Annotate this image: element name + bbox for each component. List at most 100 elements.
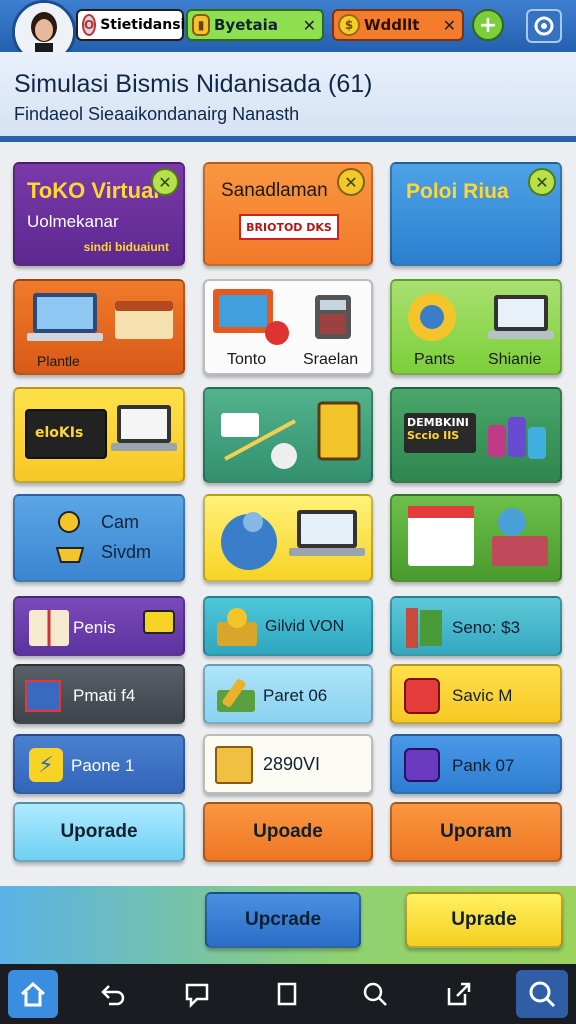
tile-paone[interactable]: ⚡ Paone 1 (13, 734, 185, 794)
book-icon (115, 301, 173, 339)
tile-title: Poloi Riua (406, 180, 509, 203)
nav-search-main[interactable] (516, 970, 568, 1018)
chat-icon (185, 983, 209, 1008)
tile-label: DEMBKINI (407, 416, 469, 429)
bolt-icon: ⚡ (29, 748, 63, 782)
tile-label: Pants (414, 351, 455, 368)
tile-penis[interactable]: Penis (13, 596, 185, 656)
add-button[interactable]: + (472, 9, 504, 41)
tile-pank[interactable]: Pank 07 (390, 734, 562, 794)
share-icon (447, 982, 471, 1006)
nav-share[interactable] (434, 970, 484, 1018)
tile-label: Paone 1 (71, 756, 135, 775)
tile-cam-sivdm[interactable]: Cam Sivdm (13, 494, 185, 582)
upgrade-button-2[interactable]: Upoade (203, 802, 373, 862)
close-icon[interactable]: ✕ (151, 168, 179, 196)
tile-badge-label: BRIOTOD DKS (246, 220, 332, 234)
plus-icon: + (478, 12, 498, 38)
tile-pants-shianie[interactable]: Pants Shianie (390, 279, 562, 375)
page-subtitle: Findaeol Sieaaikondanairg Nanasth (14, 104, 300, 124)
settings-icon (534, 16, 554, 36)
tile-note: sindi biduaiunt (83, 240, 169, 254)
upgrade-button-3[interactable]: Uporam (390, 802, 562, 862)
monitor-icon (213, 289, 289, 345)
tile-sanadlaman[interactable]: Sanadlaman BRIOTOD DKS ✕ (203, 162, 373, 266)
square-icon (277, 982, 297, 1006)
tile-title: ToKO Virtual (27, 178, 160, 203)
tile-seno[interactable]: Seno: $3 (390, 596, 562, 656)
home-icon (20, 981, 46, 1007)
currency-pill-coins-label: Stietidansi (100, 17, 186, 33)
tile-label: Tonto (227, 351, 267, 368)
close-icon[interactable]: ✕ (528, 168, 556, 196)
currency-pill-coins[interactable]: O Stietidansi (76, 9, 186, 41)
tile-label: Seno: $3 (452, 618, 521, 637)
sign-board: DEMBKINI Sccio IIS (404, 413, 476, 453)
tile-badge: BRIOTOD DKS (239, 214, 339, 240)
tile-toko-virtual[interactable]: ToKO Virtual Uolmekanar sindi biduaiunt … (13, 162, 185, 266)
globe-icon (408, 293, 456, 341)
tile-pmati[interactable]: Pmati f4 (13, 664, 185, 724)
nav-chat[interactable] (172, 970, 222, 1018)
tile-dembkini[interactable]: DEMBKINI Sccio IIS (390, 387, 562, 483)
nav-search[interactable] (350, 970, 400, 1018)
bottom-nav (0, 964, 576, 1024)
laptop-icon (27, 293, 103, 341)
tile-label: 2890VI (263, 754, 321, 774)
tools-icon (221, 401, 361, 469)
nav-home[interactable] (8, 970, 58, 1018)
piggy-bank-icon (221, 512, 277, 570)
laptop-icon (111, 405, 177, 451)
nav-pages[interactable] (262, 970, 312, 1018)
tile-paret[interactable]: Paret 06 (203, 664, 373, 724)
tile-plantle[interactable]: Plantle (13, 279, 185, 375)
tile-label: Paret 06 (263, 686, 328, 705)
tile-label: Pank 07 (452, 756, 515, 775)
tile-label: Savic M (452, 686, 513, 705)
currency-pill-gems[interactable]: ▮ Byetaia ✕ (186, 9, 324, 41)
close-icon[interactable]: ✕ (443, 16, 456, 35)
tile-savic[interactable]: Savic M (390, 664, 562, 724)
tile-shop-tools[interactable] (203, 387, 373, 483)
tile-label: Sivdm (101, 542, 152, 562)
title-banner: Simulasi Bismis Nidanisada (61) Findaeol… (0, 52, 576, 142)
currency-pill-gems-label: Byetaia (214, 16, 278, 34)
target-icon (404, 678, 440, 714)
coin-icon: $ (338, 14, 360, 36)
catalog-icon (408, 506, 548, 566)
tile-label: Plantle (37, 353, 80, 369)
calculator-icon (315, 295, 351, 339)
search-icon (363, 982, 387, 1006)
tile-tonto-sraelan[interactable]: Tonto Sraelan (203, 279, 373, 375)
currency-pill-wallet-label: Wddllt (364, 16, 420, 34)
cart-icon (55, 511, 85, 563)
tile-label: Gilvid VON (265, 618, 345, 635)
tile-2890vi[interactable]: 2890VI (203, 734, 373, 794)
tile-store-catalog[interactable] (390, 494, 562, 582)
book-icon (29, 610, 69, 646)
coin-icon: O (82, 14, 97, 36)
tile-gilvid-von[interactable]: Gilvid VON (203, 596, 373, 656)
search-main-icon (529, 981, 556, 1008)
currency-pill-wallet[interactable]: $ Wddllt ✕ (332, 9, 464, 41)
ticket-icon (143, 610, 175, 634)
back-icon (101, 985, 125, 1006)
tv-icon: eloKIs (25, 409, 107, 459)
close-icon[interactable]: ✕ (337, 168, 365, 196)
tile-elokis[interactable]: eloKIs (13, 387, 185, 483)
tile-bank-laptop[interactable] (203, 494, 373, 582)
upgrade-button-4[interactable]: Upcrade (205, 892, 361, 948)
settings-button[interactable] (526, 9, 562, 43)
tile-label: Shianie (488, 351, 542, 368)
close-icon[interactable]: ✕ (303, 16, 316, 35)
nav-back[interactable] (88, 970, 138, 1018)
coins-icon (217, 608, 257, 646)
upgrade-button-5[interactable]: Uprade (405, 892, 563, 948)
dice-icon (404, 748, 440, 782)
tile-poloi-riua[interactable]: Poloi Riua ✕ (390, 162, 562, 266)
jars-icon (488, 417, 546, 459)
upgrade-button-1[interactable]: Uporade (13, 802, 185, 862)
money-icon (217, 679, 255, 712)
calendar-icon (215, 746, 253, 784)
tile-label: Sraelan (303, 351, 359, 368)
